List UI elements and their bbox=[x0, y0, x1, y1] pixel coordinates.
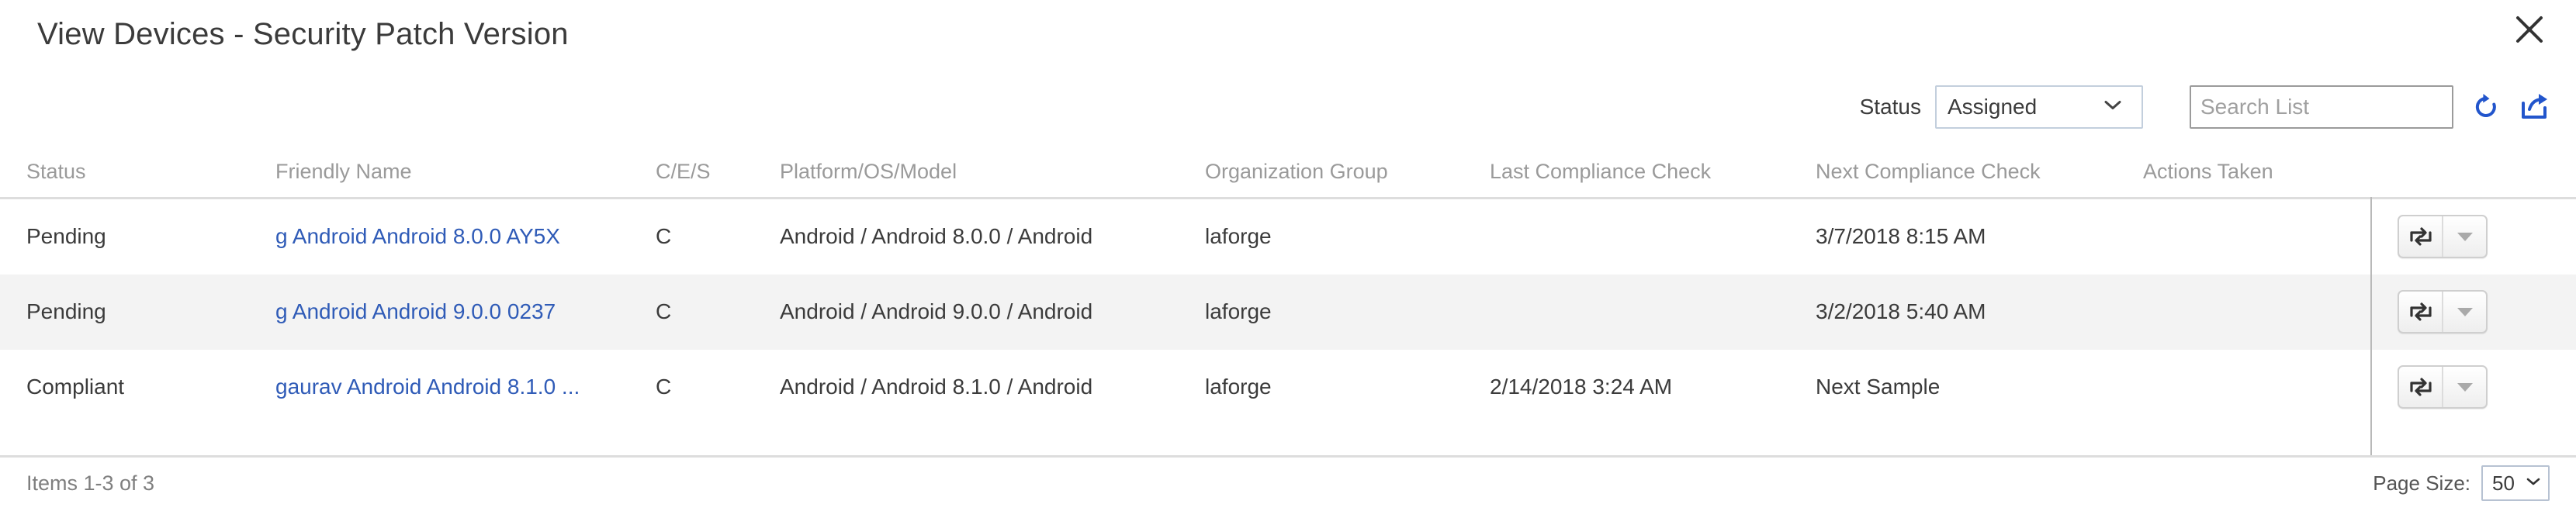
cell-friendly-name[interactable]: gaurav Android Android 8.1.0 ... bbox=[275, 375, 580, 399]
row-actions bbox=[2398, 215, 2488, 258]
cell-status: Compliant bbox=[26, 375, 125, 399]
cell-org-group: laforge bbox=[1205, 375, 1272, 399]
row-action-split-button[interactable] bbox=[2398, 215, 2488, 258]
actions-column-divider bbox=[2370, 197, 2372, 456]
cell-ces: C bbox=[656, 375, 672, 399]
cell-ces: C bbox=[656, 224, 672, 248]
caret-down-icon[interactable] bbox=[2442, 367, 2486, 407]
column-header-platform[interactable]: Platform/OS/Model bbox=[780, 160, 957, 184]
search-input[interactable] bbox=[2191, 87, 2452, 127]
cell-platform: Android / Android 8.1.0 / Android bbox=[780, 375, 1093, 399]
page-size-select[interactable]: 50 bbox=[2481, 465, 2550, 501]
column-header-next-check[interactable]: Next Compliance Check bbox=[1816, 160, 2041, 184]
table-row[interactable]: Compliant gaurav Android Android 8.1.0 .… bbox=[0, 350, 2576, 425]
sync-icon[interactable] bbox=[2399, 216, 2442, 257]
cell-friendly-name[interactable]: g Android Android 8.0.0 AY5X bbox=[275, 224, 560, 249]
cell-next-check: Next Sample bbox=[1816, 375, 1941, 399]
status-filter-select[interactable]: Assigned bbox=[1935, 85, 2143, 129]
sync-icon[interactable] bbox=[2399, 292, 2442, 332]
caret-down-icon[interactable] bbox=[2442, 292, 2486, 332]
row-action-split-button[interactable] bbox=[2398, 290, 2488, 333]
close-icon[interactable] bbox=[2509, 9, 2550, 50]
row-actions bbox=[2398, 290, 2488, 333]
table-row[interactable]: Pending g Android Android 8.0.0 AY5X C A… bbox=[0, 199, 2576, 275]
row-actions bbox=[2398, 365, 2488, 409]
cell-status: Pending bbox=[26, 224, 106, 248]
table-header-row: Status Friendly Name C/E/S Platform/OS/M… bbox=[0, 149, 2576, 199]
status-filter-label: Status bbox=[1859, 95, 1921, 119]
column-header-org-group[interactable]: Organization Group bbox=[1205, 160, 1388, 184]
cell-friendly-name[interactable]: g Android Android 9.0.0 0237 bbox=[275, 299, 556, 324]
cell-last-check: 2/14/2018 3:24 AM bbox=[1490, 375, 1673, 399]
table-body: Pending g Android Android 8.0.0 AY5X C A… bbox=[0, 199, 2576, 425]
devices-table: Status Friendly Name C/E/S Platform/OS/M… bbox=[0, 149, 2576, 458]
page-title: View Devices - Security Patch Version bbox=[37, 17, 569, 51]
chevron-down-icon bbox=[2526, 476, 2540, 490]
column-header-friendly-name[interactable]: Friendly Name bbox=[275, 160, 412, 184]
cell-status: Pending bbox=[26, 299, 106, 323]
cell-platform: Android / Android 8.0.0 / Android bbox=[780, 224, 1093, 248]
export-icon[interactable] bbox=[2519, 90, 2550, 124]
search-list-field[interactable] bbox=[2190, 85, 2453, 129]
items-count-label: Items 1-3 of 3 bbox=[26, 471, 155, 495]
cell-next-check: 3/7/2018 8:15 AM bbox=[1816, 224, 1986, 248]
cell-platform: Android / Android 9.0.0 / Android bbox=[780, 299, 1093, 323]
column-header-last-check[interactable]: Last Compliance Check bbox=[1490, 160, 1711, 184]
refresh-icon[interactable] bbox=[2470, 90, 2502, 124]
chevron-down-icon bbox=[2104, 100, 2121, 115]
column-header-actions-taken[interactable]: Actions Taken bbox=[2143, 160, 2273, 184]
dialog-titlebar: View Devices - Security Patch Version bbox=[0, 0, 2576, 78]
table-row[interactable]: Pending g Android Android 9.0.0 0237 C A… bbox=[0, 275, 2576, 350]
table-footer: Items 1-3 of 3 Page Size: 50 bbox=[0, 458, 2576, 525]
row-action-split-button[interactable] bbox=[2398, 365, 2488, 409]
column-header-ces[interactable]: C/E/S bbox=[656, 160, 711, 184]
page-size-label: Page Size: bbox=[2373, 471, 2470, 495]
page-size-value: 50 bbox=[2492, 471, 2515, 495]
column-header-status[interactable]: Status bbox=[26, 160, 86, 184]
status-filter-value: Assigned bbox=[1948, 95, 2038, 119]
cell-ces: C bbox=[656, 299, 672, 323]
caret-down-icon[interactable] bbox=[2442, 216, 2486, 257]
list-toolbar: Status Assigned bbox=[1860, 78, 2550, 136]
page-size-control: Page Size: 50 bbox=[2373, 465, 2550, 501]
cell-org-group: laforge bbox=[1205, 299, 1272, 323]
cell-org-group: laforge bbox=[1205, 224, 1272, 248]
sync-icon[interactable] bbox=[2399, 367, 2442, 407]
cell-next-check: 3/2/2018 5:40 AM bbox=[1816, 299, 1986, 323]
